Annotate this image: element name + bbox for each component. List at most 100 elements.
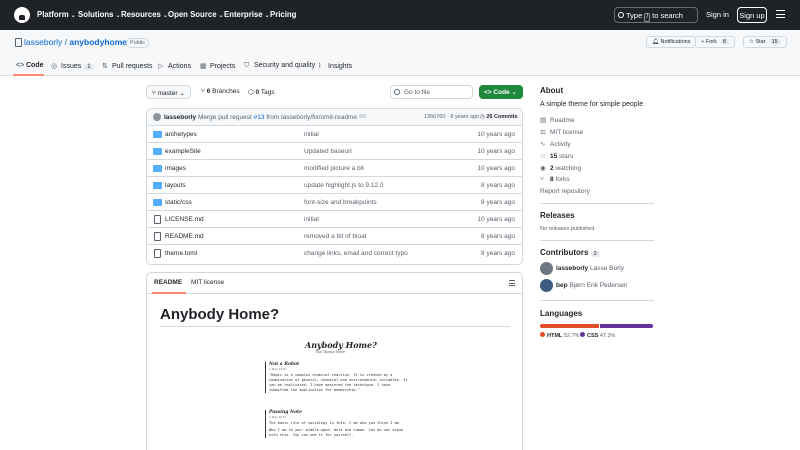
branches-link[interactable]: ⑂ 6 Branches [201,88,240,95]
github-logo-icon[interactable] [14,7,30,23]
commit-message[interactable]: font-size and breakpoints [304,199,377,206]
repo-name-link[interactable]: anybodyhome [69,37,127,47]
license-link[interactable]: ⚖︎ MIT license [540,128,583,136]
repo-owner-link[interactable]: lasseborly [24,37,62,47]
visibility-badge: Public [126,38,149,48]
activity-link[interactable]: ∿ Activity [540,140,571,148]
nav-label: Platform [37,10,69,19]
tab-code[interactable]: <> Code [16,62,44,69]
releases-heading[interactable]: Releases [540,211,575,220]
file-name[interactable]: README.md [165,233,204,240]
tab-label: Issues [61,63,82,70]
nav-solutions[interactable]: Solutions ⌄ [78,10,121,19]
table-row[interactable]: images modified picture a bit 10 years ago [147,160,522,177]
commit-message[interactable]: change links, email and correct typo [304,250,408,257]
avatar[interactable] [540,262,553,275]
language-item-html[interactable]: HTML 52.7% [540,332,579,339]
nav-platform[interactable]: Platform ⌄ [37,10,76,19]
forks-count: 8 [550,176,554,183]
sign-in-link[interactable]: Sign in [706,10,729,19]
tab-actions[interactable]: ▷ Actions [158,62,191,70]
table-row[interactable]: LICENSE.md initial 10 years ago [147,211,522,228]
nav-enterprise[interactable]: Enterprise ⌄ [224,10,270,19]
file-name[interactable]: exampleSite [165,148,201,155]
nav-pricing[interactable]: Pricing [270,10,296,19]
avatar[interactable] [540,279,553,292]
about-heading: About [540,86,564,95]
table-row[interactable]: exampleSite Updated baseurl 10 years ago [147,143,522,160]
commit-message[interactable]: removed a bit of bloat [304,233,367,240]
commit-message[interactable]: update highlight.js to 9.12.0 [304,182,384,189]
commits-count: 26 [486,114,493,120]
shield-icon: ⛉ [244,62,250,69]
branch-selector[interactable]: ⑂ master ⌄ [146,85,191,99]
table-row[interactable]: layouts update highlight.js to 9.12.0 8 ye… [147,177,522,194]
tab-pull-requests[interactable]: ⇅ Pull requests [102,62,152,70]
table-row[interactable]: README.md removed a bit of bloat 8 years a… [147,228,522,245]
nav-resources[interactable]: Resources ⌄ [121,10,168,19]
commit-pr-link[interactable]: #13 [254,114,265,121]
file-name[interactable]: images [165,165,186,172]
nav-open-source[interactable]: Open Source ⌄ [168,10,224,19]
go-to-file-input[interactable]: Go to file [390,85,473,99]
list-icon[interactable] [509,280,515,286]
commit-author[interactable]: lasseborly [164,114,196,121]
file-name[interactable]: archetypes [165,131,197,138]
table-row[interactable]: static/css font-size and breakpoints 8 yea… [147,194,522,211]
menu-icon[interactable] [776,10,785,19]
fork-button[interactable]: ⑂ Fork 8 [695,36,735,48]
forks-link[interactable]: ⑂ 8 forks [540,176,570,183]
watching-link[interactable]: ◉ 2 watching [540,164,581,172]
file-icon [154,215,161,224]
stars-link[interactable]: ☆ 15 stars [540,152,573,160]
book-icon: ▤ [540,117,547,124]
sign-up-button[interactable]: Sign up [737,7,767,23]
readme-link[interactable]: ▤ Readme [540,116,575,124]
language-name: CSS [587,333,599,339]
tab-insights[interactable]: ⌇ Insights [318,62,352,70]
avatar[interactable] [153,113,161,121]
ellipsis-icon[interactable] [358,114,366,118]
commit-message[interactable]: modified picture a bit [304,165,364,172]
commit-message[interactable]: initial [304,216,319,223]
file-name[interactable]: static/css [165,199,192,206]
file-name[interactable]: LICENSE.md [165,216,204,223]
active-tab-indicator [13,74,44,76]
divider [540,203,654,204]
language-item-css[interactable]: CSS 47.3% [580,332,615,339]
notifications-button[interactable]: 🔔︎ Notifications [646,36,697,48]
divider [540,300,654,301]
nav-label: Enterprise [224,10,263,19]
play-icon: ▷ [158,63,164,70]
tab-readme[interactable]: README [154,279,182,286]
pull-request-icon: ⇅ [102,63,108,70]
contributors-heading[interactable]: Contributors 2 [540,248,600,257]
branches-label: Branches [212,88,240,95]
readme-panel: README MIT license Anybody Home? Anybody… [146,272,523,450]
file-name[interactable]: theme.toml [165,250,197,257]
tab-projects[interactable]: ▦ Projects [200,62,235,70]
pulse-icon: ∿ [540,141,546,148]
folder-icon [153,131,162,138]
contributor-item[interactable]: lasseborly Lasse Borly [556,265,624,272]
tab-license[interactable]: MIT license [191,279,224,286]
report-link[interactable]: Report repository [540,188,590,195]
search-label: Type [626,11,643,20]
contributor-item[interactable]: bep Bjørn Erik Pedersen [556,282,628,289]
tags-link[interactable]: ⬡ 0 Tags [248,88,275,96]
file-name[interactable]: layouts [165,182,186,189]
tab-issues[interactable]: ◎ Issues 1 [51,62,94,70]
tab-security[interactable]: ⛉ Security and quality [244,62,315,70]
code-button[interactable]: <> Code ⌄ [479,85,523,99]
commit-sha[interactable]: 1366760 [424,114,445,120]
table-row[interactable]: archetypes initial 10 years ago [147,126,522,143]
commit-message[interactable]: Updated baseurl [304,148,352,155]
stars-label: stars [559,153,574,160]
chevron-down-icon: ⌄ [264,13,270,19]
table-row[interactable]: theme.toml change links, email and correc… [147,245,522,262]
commits-link[interactable]: ◷ 26 Commits [480,114,518,120]
search-input[interactable]: Type / to search [614,7,698,23]
watching-label: watching [555,165,582,172]
star-button[interactable]: ☆ Star 15 [743,36,787,48]
commit-message[interactable]: initial [304,131,319,138]
